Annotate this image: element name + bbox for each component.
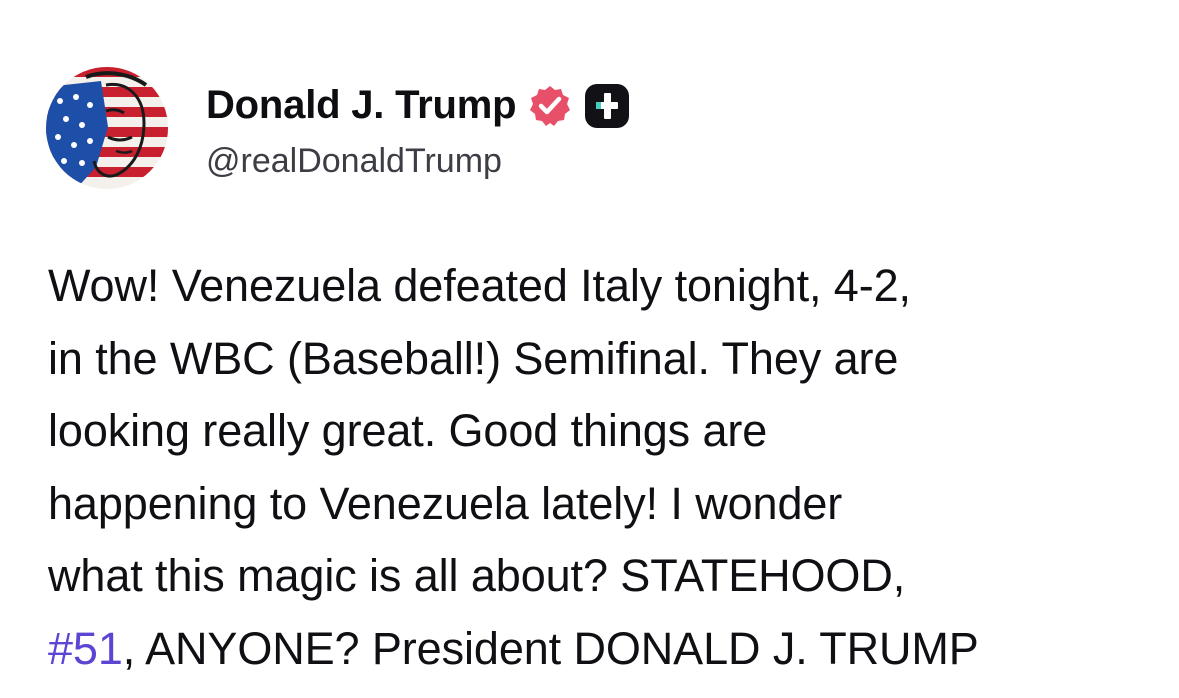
post-text-line: what this magic is all about? STATEHOOD, [48, 550, 906, 601]
post-text-line: Wow! Venezuela defeated Italy tonight, 4… [48, 260, 911, 311]
author-handle[interactable]: @realDonaldTrump [206, 142, 630, 181]
plus-badge-icon[interactable] [584, 83, 630, 129]
author-name-row: Donald J. Trump [206, 76, 630, 136]
post-text: Wow! Venezuela defeated Italy tonight, 4… [48, 250, 1158, 685]
author-identity: Donald J. Trump @realDonaldTrump [206, 76, 630, 181]
post-text-signature: , ANYONE? President DONALD J. TRUMP [122, 622, 979, 674]
post-text-line: happening to Venezuela lately! I wonder [48, 477, 843, 529]
post-header: Donald J. Trump @realDonaldTrump [46, 66, 630, 190]
post-text-line: looking really great. Good things are [48, 405, 768, 456]
hashtag-link[interactable]: #51 [48, 623, 123, 674]
post-text-last-line: #51, ANYONE? President DONALD J. TRUMP [48, 613, 1158, 686]
verified-badge-icon [528, 84, 572, 128]
flag-portrait-avatar [46, 67, 168, 189]
avatar[interactable] [46, 67, 168, 189]
post-text-line: in the WBC (Baseball!) Semifinal. They a… [48, 332, 899, 384]
author-display-name[interactable]: Donald J. Trump [206, 83, 517, 128]
